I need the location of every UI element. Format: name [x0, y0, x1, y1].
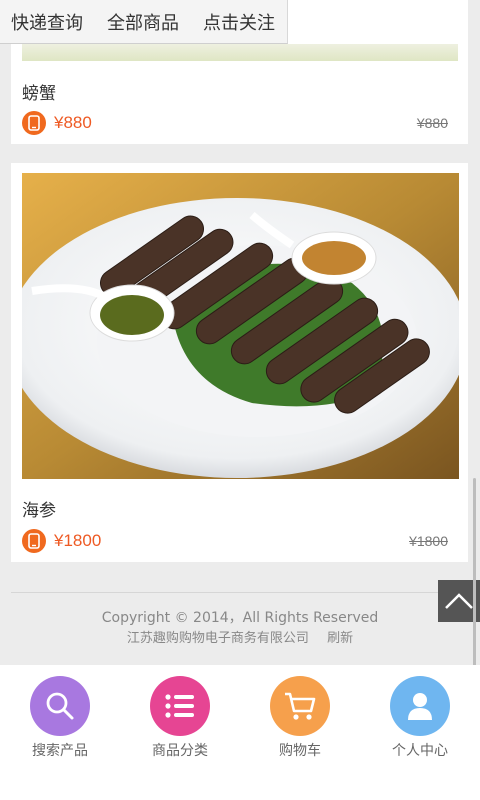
product-card[interactable]: 海参 ¥1800 ¥1800: [11, 163, 468, 562]
company-name: 江苏趣购购物电子商务有限公司: [126, 631, 309, 646]
product-original-price: ¥1800: [409, 533, 448, 549]
menu-express-query[interactable]: 快递查询: [0, 9, 83, 35]
bottom-navigation: 搜索产品 商品分类 购物车 个人中心: [0, 665, 480, 800]
nav-label: 个人中心: [392, 743, 448, 759]
copyright-text: Copyright © 2014，All Rights Reserved: [101, 610, 379, 626]
price-row: ¥1800 ¥1800: [22, 528, 448, 554]
nav-label: 搜索产品: [32, 743, 88, 759]
product-name[interactable]: 海参: [22, 496, 56, 521]
product-original-price: ¥880: [416, 115, 448, 131]
top-menu: 快递查询 全部商品 点击关注: [0, 0, 288, 44]
mobile-phone-icon: [22, 529, 46, 553]
search-icon: [30, 676, 90, 736]
nav-label: 购物车: [279, 743, 321, 759]
product-price: ¥1800: [54, 531, 102, 550]
menu-follow[interactable]: 点击关注: [192, 9, 275, 35]
menu-all-products[interactable]: 全部商品: [96, 9, 179, 35]
mobile-phone-icon: [22, 111, 46, 135]
company-line: 江苏趣购购物电子商务有限公司 刷新: [0, 627, 480, 646]
product-name[interactable]: 螃蟹: [22, 79, 56, 104]
list-icon: [150, 676, 210, 736]
product-image[interactable]: [22, 44, 458, 61]
product-price: ¥880: [54, 113, 92, 132]
nav-categories[interactable]: 商品分类: [120, 665, 240, 800]
nav-label: 商品分类: [152, 743, 208, 759]
nav-profile[interactable]: 个人中心: [360, 665, 480, 800]
cart-icon: [270, 676, 330, 736]
nav-search-products[interactable]: 搜索产品: [0, 665, 120, 800]
footer-divider: [11, 592, 468, 593]
user-icon: [390, 676, 450, 736]
product-image[interactable]: [22, 173, 459, 479]
nav-cart[interactable]: 购物车: [240, 665, 360, 800]
price-row: ¥880 ¥880: [22, 110, 448, 136]
chevron-up-icon: [445, 593, 473, 609]
refresh-link[interactable]: 刷新: [327, 631, 353, 646]
